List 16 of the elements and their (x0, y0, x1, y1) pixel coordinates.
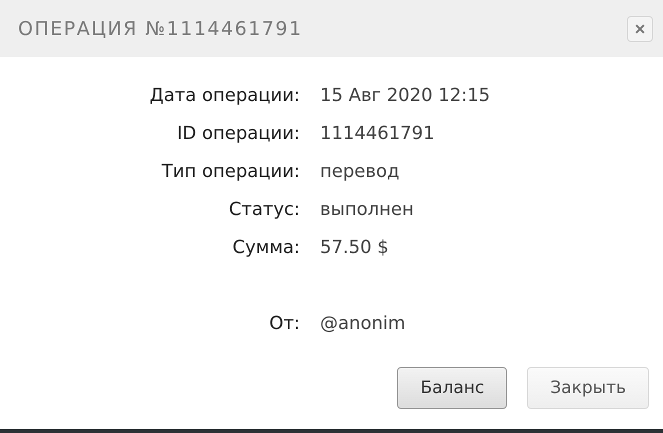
field-label: Сумма: (232, 236, 300, 260)
field-label: Статус: (228, 198, 300, 222)
field-value: перевод (320, 160, 400, 184)
field-value: 15 Авг 2020 12:15 (320, 84, 492, 108)
field-label: Тип операции: (160, 160, 300, 184)
field-value: 1114461791 (320, 122, 436, 146)
field-value: @anonim (320, 312, 406, 336)
dialog-button[interactable]: Закрыть (527, 367, 649, 409)
field-value: выполнен (320, 198, 415, 222)
field-label: От: (268, 312, 300, 336)
dialog-title: ОПЕРАЦИЯ №1114461791 (18, 18, 303, 40)
field-label: ID операции: (176, 122, 300, 146)
field-value: 57.50 $ (320, 236, 390, 260)
close-button[interactable]: × (627, 16, 653, 42)
field-label: Дата операции: (148, 84, 300, 108)
dialog-button[interactable]: Баланс (397, 367, 508, 409)
